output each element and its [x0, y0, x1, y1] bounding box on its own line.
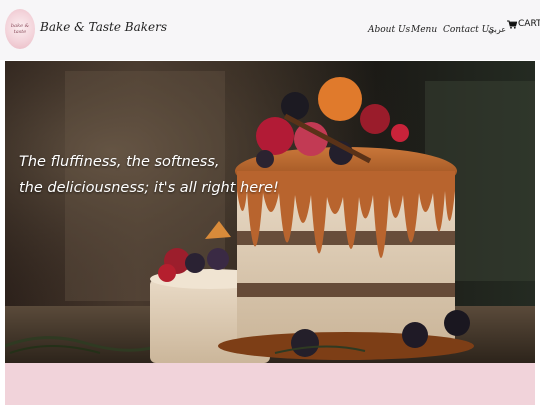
cake-photo — [5, 61, 535, 363]
nav-about-us[interactable]: About Us — [368, 25, 410, 35]
tagline-line-2: the deliciousness; it's all right here! — [19, 180, 279, 196]
nav-arabic-language[interactable]: عربي — [488, 25, 506, 34]
brand-name[interactable]: Bake & Taste Bakers — [40, 20, 167, 34]
top-navbar: bake & taste Bake & Taste Bakers About U… — [0, 0, 540, 60]
nav-menu[interactable]: Menu — [411, 25, 437, 35]
nav-contact-us[interactable]: Contact Us — [443, 25, 494, 35]
bakery-logo[interactable]: bake & taste — [5, 9, 35, 49]
cart-button[interactable]: CART — [507, 19, 540, 29]
hero-banner: The fluffiness, the softness, the delici… — [5, 61, 535, 363]
cart-label: CART — [518, 19, 540, 29]
hero-tagline: The fluffiness, the softness, the delici… — [19, 149, 279, 201]
logo-text: bake & taste — [10, 23, 30, 35]
pink-section-band — [5, 363, 535, 405]
tagline-line-1: The fluffiness, the softness, — [19, 154, 220, 170]
cart-icon — [507, 19, 517, 29]
